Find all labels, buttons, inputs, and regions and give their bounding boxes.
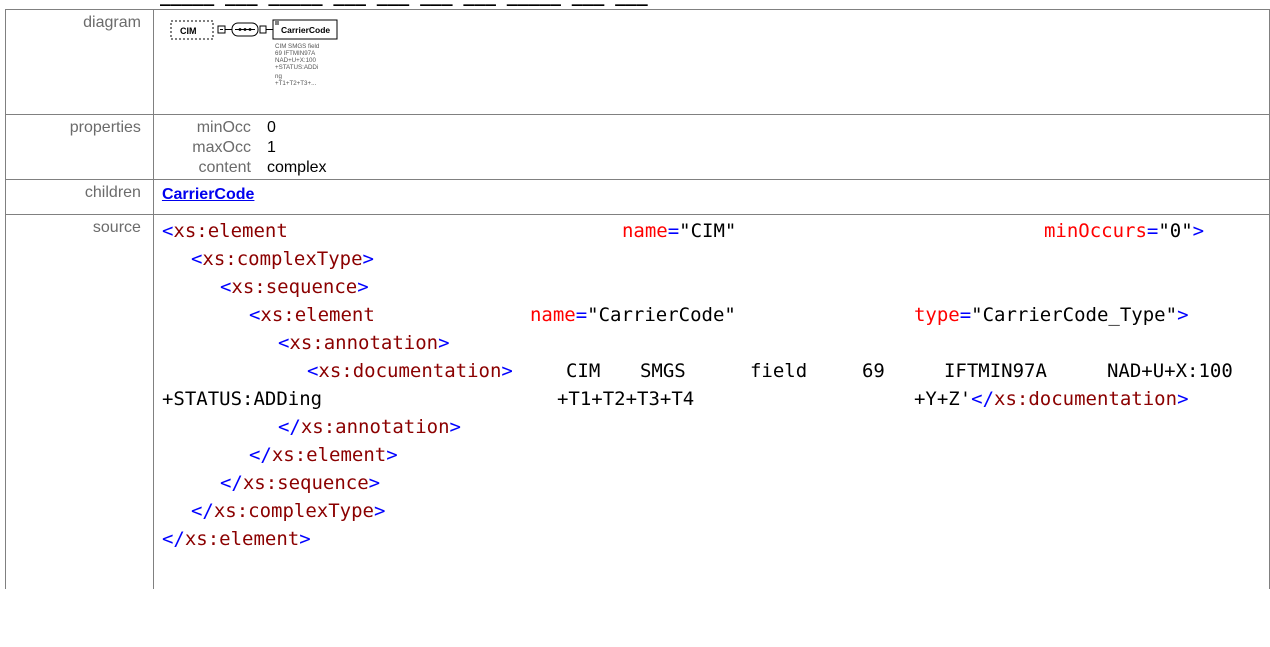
annotation-line: 69 IFTMIN97A [275,50,316,57]
diagram-annotation: CIM SMGS field 69 IFTMIN97A NAD+U+X:100 … [275,43,320,87]
code-line: </xs:element> [161,528,311,550]
code-line: <xs:annotation> [277,332,450,354]
annotation-line: CIM SMGS field [275,43,320,50]
source-code: <xs:element name="CIM" minOccurs="0"> <x… [162,217,1269,553]
doc-word: +T1+T2+T3+T4 [556,388,695,410]
code-value: "CarrierCode_Type" [971,304,1178,326]
code-line: </xs:sequence> [219,472,381,494]
doc-word: SMGS [639,360,686,382]
code-line: +STATUS:ADDing +T1+T2+T3+T4 +Y+Z'</xs:do… [162,385,1269,413]
code-value: "0" [1158,220,1193,242]
source-label: source [5,214,154,589]
source-row: source <xs:element name="CIM" minOccurs=… [5,214,1270,589]
code-tag: xs:sequence [231,276,358,298]
code-value: "CIM" [679,220,737,242]
code-line: <xs:element name="CarrierCode" type="Car… [248,304,1189,326]
child-link-carriercode[interactable]: CarrierCode [162,186,254,204]
code-line: <xs:sequence> [219,276,369,298]
prop-key: maxOcc [192,139,251,156]
annotation-line: ng [275,73,282,80]
prop-value: 0 [266,119,276,136]
source-cell: <xs:element name="CIM" minOccurs="0"> <x… [152,214,1270,589]
code-line: <xs:element name="CIM" minOccurs="0"> [161,220,1205,242]
clipped-heading: _____ ___ _____ ___ ___ ___ ___ _____ __… [0,0,1270,8]
code-attr: name [529,304,576,326]
code-tag: xs:element [184,528,300,550]
doc-word: 69 [861,360,885,382]
code-tag: xs:element [271,444,387,466]
annotation-line: NAD+U+X:100 [275,57,316,64]
code-line: </xs:element> [248,444,398,466]
cim-element-box[interactable]: CIM [170,20,214,40]
children-cell: CarrierCode [152,179,1270,215]
annotation-line: +STATUS:ADDi [275,64,318,71]
properties-label: properties [5,114,154,180]
doc-word: IFTMIN97A [943,360,1047,382]
code-value: "CarrierCode" [587,304,736,326]
schema-doc-table: diagram CIM CarrierCode CIM SMGS field 6… [5,9,1270,589]
code-tag: xs:complexType [213,500,374,522]
code-attr: name [621,220,668,242]
doc-word: field [749,360,808,382]
children-label: children [5,179,154,215]
diagram-cell: CIM CarrierCode CIM SMGS field 69 IFTMIN… [152,9,1270,115]
sequence-icon [231,22,259,37]
code-tag: xs:annotation [300,416,450,438]
children-row: children CarrierCode [5,179,1270,215]
code-line: </xs:complexType> [190,500,386,522]
properties-cell: minOcc 0 maxOcc 1 content complex [152,114,1270,180]
schema-diagram: CIM CarrierCode CIM SMGS field 69 IFTMIN… [170,19,338,87]
code-tag: xs:documentation [318,360,502,382]
prop-key: content [198,159,251,176]
diagram-label: diagram [5,9,154,115]
prop-key: minOcc [196,119,251,136]
code-attr: minOccurs [1043,220,1147,242]
code-line: <xs:complexType> [190,248,374,270]
doc-word: +Y+Z' [913,388,972,410]
prop-value: complex [266,159,327,176]
code-tag: xs:element [260,304,375,326]
prop-value: 1 [266,139,276,156]
code-line: <xs:documentation> CIM SMGS field 69 IFT… [162,357,1269,385]
cim-element-name: CIM [180,26,197,36]
collapse-icon[interactable] [217,25,226,34]
code-tag: xs:complexType [202,248,363,270]
properties-row: properties minOcc 0 maxOcc 1 content com… [5,114,1270,180]
carriercode-element-name: CarrierCode [281,25,330,35]
carriercode-element-box[interactable]: CarrierCode [272,19,338,40]
doc-word: NAD+U+X:100 [1106,360,1233,382]
code-attr: type [913,304,960,326]
code-tag: xs:element [173,220,288,242]
doc-word: CIM [565,360,601,382]
diagram-row: diagram CIM CarrierCode CIM SMGS field 6… [5,9,1270,115]
doc-word: +STATUS:ADDing [161,388,323,410]
code-tag: xs:documentation [994,388,1178,410]
annotation-line: +T1+T2+T3+... [275,80,317,87]
code-line: </xs:annotation> [277,416,461,438]
code-tag: xs:annotation [289,332,439,354]
code-tag: xs:sequence [242,472,369,494]
